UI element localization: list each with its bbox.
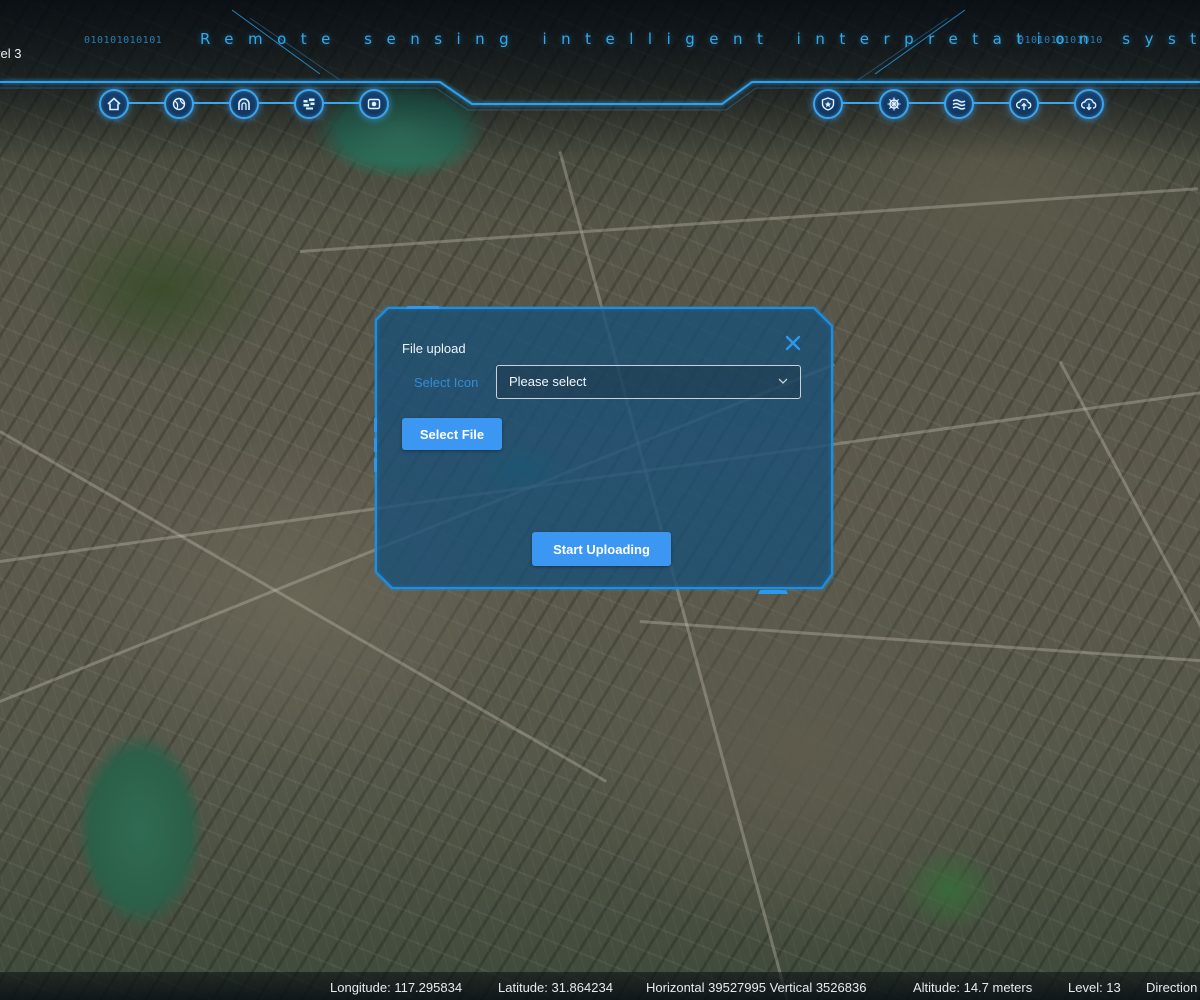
- binary-decoration-left: 010101010101: [84, 35, 163, 46]
- horizontal-vertical-readout: Horizontal 39527995 Vertical 3526836: [646, 980, 867, 995]
- grid-icon: [303, 98, 315, 110]
- zoom-level-indicator: vel 3: [0, 46, 22, 61]
- target-icon: [367, 98, 381, 110]
- direction-readout: Direction: [1146, 980, 1198, 995]
- nav-shield-button[interactable]: [813, 89, 843, 119]
- nav-home-button[interactable]: [99, 89, 129, 119]
- nav-target-button[interactable]: [359, 89, 389, 119]
- close-icon: [785, 335, 801, 351]
- cloud-upload-icon: [1016, 98, 1032, 110]
- level-readout: Level: 13: [1068, 980, 1121, 995]
- latitude-readout: Latitude: 31.864234: [498, 980, 613, 995]
- chevron-down-icon: [778, 378, 788, 384]
- home-icon: [107, 97, 121, 111]
- select-placeholder: Please select: [509, 374, 587, 389]
- app-stage: 010101010101 0101010101010 Remote sensin…: [0, 0, 1200, 1000]
- dialog-title: File upload: [402, 341, 466, 356]
- start-uploading-button[interactable]: Start Uploading: [532, 532, 671, 566]
- nav-tunnel-button[interactable]: [229, 89, 259, 119]
- app-title: Remote sensing intelligent interpretatio…: [200, 30, 1200, 48]
- close-button[interactable]: [784, 334, 802, 352]
- select-icon-label: Select Icon: [414, 375, 479, 390]
- waves-icon: [952, 99, 966, 110]
- nav-cloud-download-button[interactable]: [1074, 89, 1104, 119]
- nav-waves-button[interactable]: [944, 89, 974, 119]
- file-upload-dialog: File upload Select Icon Please select Se…: [374, 306, 834, 594]
- nav-wheel-button[interactable]: [879, 89, 909, 119]
- altitude-readout: Altitude: 14.7 meters: [913, 980, 1033, 995]
- tunnel-icon: [238, 98, 250, 110]
- nav-globe-button[interactable]: [164, 89, 194, 119]
- cloud-download-icon: [1081, 98, 1097, 111]
- nav-cloud-upload-button[interactable]: [1009, 89, 1039, 119]
- longitude-readout: Longitude: 117.295834: [330, 980, 463, 995]
- icon-select[interactable]: Please select: [496, 365, 801, 399]
- ship-wheel-icon: [887, 97, 901, 111]
- nav-grid-button[interactable]: [294, 89, 324, 119]
- globe-icon: [172, 97, 186, 111]
- shield-icon: [821, 97, 835, 111]
- select-file-button[interactable]: Select File: [402, 418, 502, 450]
- status-bar: Longitude: 117.295834 Latitude: 31.86423…: [0, 972, 1200, 1000]
